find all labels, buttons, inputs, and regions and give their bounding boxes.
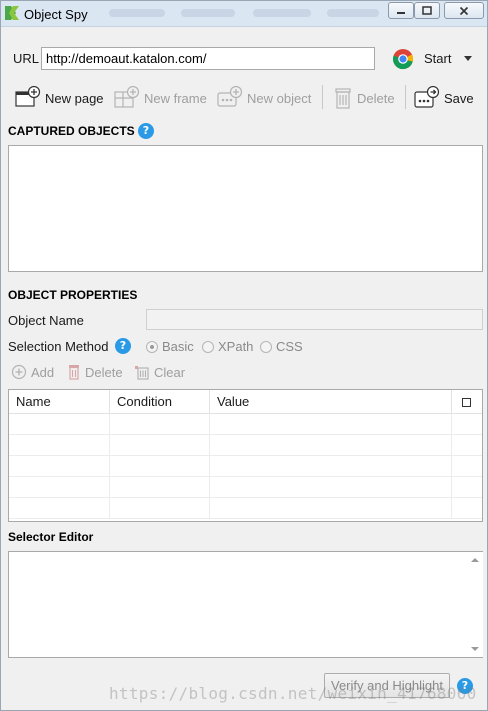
- title-bar[interactable]: Object Spy: [1, 1, 487, 27]
- table-row: [9, 477, 482, 498]
- close-icon: [459, 6, 469, 15]
- delete-property-button[interactable]: Delete: [67, 364, 123, 380]
- delete-button[interactable]: Delete: [333, 85, 395, 111]
- window-title: Object Spy: [24, 7, 88, 22]
- select-all-checkbox[interactable]: [462, 398, 471, 407]
- column-header-value[interactable]: Value: [210, 390, 452, 414]
- katalon-logo-icon: [5, 6, 19, 20]
- clear-properties-button[interactable]: Clear: [134, 364, 185, 380]
- url-label: URL: [13, 51, 40, 66]
- minimize-button[interactable]: [388, 2, 414, 19]
- table-row: [9, 435, 482, 456]
- watermark: https://blog.csdn.net/weixin_41768060: [109, 684, 477, 703]
- new-frame-button[interactable]: New frame: [114, 85, 207, 111]
- radio-xpath-label: XPath: [218, 339, 254, 354]
- radio-basic[interactable]: Basic: [146, 339, 194, 354]
- selector-editor-textarea[interactable]: [8, 551, 483, 658]
- help-icon[interactable]: ?: [115, 338, 131, 354]
- blurred-tab: [181, 9, 235, 17]
- blurred-tab: [327, 9, 379, 17]
- new-page-button[interactable]: New page: [15, 85, 104, 111]
- new-page-label: New page: [45, 90, 104, 106]
- trash-icon: [69, 365, 79, 380]
- save-label: Save: [444, 90, 474, 106]
- maximize-icon: [422, 5, 432, 15]
- save-button[interactable]: Save: [414, 85, 474, 111]
- radio-indicator: [146, 340, 158, 353]
- radio-css[interactable]: CSS: [260, 339, 303, 354]
- clear-icon: [135, 366, 149, 380]
- new-object-icon: [217, 86, 243, 107]
- close-button[interactable]: [444, 2, 484, 19]
- radio-xpath[interactable]: XPath: [202, 339, 253, 354]
- help-icon[interactable]: ?: [138, 123, 154, 139]
- scroll-down-icon[interactable]: [471, 647, 479, 651]
- object-spy-window: Object Spy URL Start New p: [0, 0, 488, 711]
- editor-scrollbar[interactable]: [466, 552, 483, 657]
- new-frame-label: New frame: [144, 90, 207, 106]
- blurred-tab: [109, 9, 165, 17]
- add-icon: [11, 364, 27, 380]
- new-frame-icon: [114, 86, 140, 108]
- save-icon: [414, 86, 440, 108]
- add-label: Add: [31, 364, 55, 380]
- add-property-button[interactable]: Add: [11, 364, 54, 380]
- object-name-label: Object Name: [8, 313, 84, 328]
- minimize-icon: [397, 11, 405, 14]
- clear-label: Clear: [154, 364, 186, 380]
- toolbar-divider: [405, 85, 406, 109]
- delete-property-label: Delete: [85, 364, 123, 380]
- column-header-condition[interactable]: Condition: [110, 390, 210, 414]
- properties-table[interactable]: Name Condition Value: [8, 389, 483, 522]
- maximize-button[interactable]: [414, 2, 440, 19]
- table-row: [9, 498, 482, 519]
- new-page-icon: [15, 86, 41, 107]
- trash-icon: [335, 88, 351, 109]
- delete-label: Delete: [357, 90, 395, 106]
- new-object-label: New object: [247, 90, 312, 106]
- selection-method-label: Selection Method: [8, 339, 109, 354]
- table-header: Name Condition Value: [9, 390, 482, 414]
- selector-editor-title: Selector Editor: [8, 530, 94, 544]
- captured-objects-title: CAPTURED OBJECTS: [8, 124, 135, 138]
- start-button[interactable]: Start: [424, 51, 451, 66]
- radio-css-label: CSS: [276, 339, 303, 354]
- captured-objects-tree[interactable]: [8, 145, 483, 272]
- scroll-up-icon[interactable]: [471, 558, 479, 562]
- radio-basic-label: Basic: [162, 339, 194, 354]
- object-properties-title: OBJECT PROPERTIES: [8, 288, 138, 302]
- toolbar-divider: [322, 85, 323, 109]
- radio-indicator: [202, 340, 214, 353]
- blurred-tab: [253, 9, 311, 17]
- new-object-button[interactable]: New object: [217, 85, 311, 111]
- column-header-name[interactable]: Name: [9, 390, 110, 414]
- chevron-down-icon[interactable]: [464, 56, 472, 61]
- table-row: [9, 414, 482, 435]
- chrome-icon[interactable]: [392, 48, 414, 70]
- table-row: [9, 456, 482, 477]
- radio-indicator: [260, 340, 272, 353]
- object-name-field[interactable]: [146, 309, 483, 330]
- url-input[interactable]: [41, 47, 375, 70]
